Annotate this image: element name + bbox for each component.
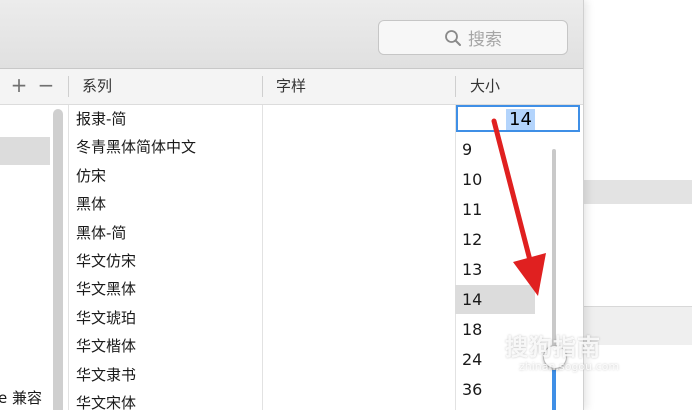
size-input-value: 14 (506, 109, 535, 130)
size-option[interactable]: 14 (455, 285, 535, 314)
font-panel: 搜索 + − 系列 字样 大小 e 兼容 报隶-简 冬青黑体简体中文 仿宋 黑体 黑体-… (0, 0, 584, 410)
size-option[interactable]: 10 (455, 165, 535, 194)
typeface-list (263, 105, 455, 410)
size-option[interactable]: 11 (455, 195, 535, 224)
remove-collection-button[interactable]: − (37, 69, 55, 104)
collections-list: e 兼容 (0, 105, 68, 410)
watermark-title: 搜狗指南 (505, 335, 601, 361)
search-icon (445, 29, 461, 46)
column-divider[interactable] (262, 76, 263, 97)
family-item[interactable]: 华文隶书 (76, 361, 136, 389)
background-row (583, 180, 692, 204)
family-column-header[interactable]: 系列 (82, 69, 112, 104)
add-collection-button[interactable]: + (10, 69, 28, 104)
size-option[interactable]: 36 (455, 375, 535, 404)
size-column-header[interactable]: 大小 (470, 69, 500, 104)
watermark: 搜狗指南 zhinan.sogou.com (505, 328, 619, 373)
size-input[interactable]: 14 (456, 105, 580, 132)
collection-item[interactable]: e 兼容 (0, 387, 42, 408)
column-header-row: + − 系列 字样 大小 (0, 69, 583, 105)
collections-scrollbar[interactable] (53, 109, 63, 410)
family-item[interactable]: 报隶-简 (76, 105, 126, 133)
family-item[interactable]: 黑体 (76, 190, 106, 218)
toolbar: 搜索 (0, 0, 583, 69)
family-item[interactable]: 华文楷体 (76, 332, 136, 360)
column-divider[interactable] (455, 76, 456, 97)
family-item[interactable]: 华文仿宋 (76, 247, 136, 275)
family-item[interactable]: 黑体-简 (76, 219, 126, 247)
typeface-column-header[interactable]: 字样 (276, 69, 306, 104)
family-list: 报隶-简 冬青黑体简体中文 仿宋 黑体 黑体-简 华文仿宋 华文黑体 华文琥珀 华文楷体 华文隶书… (69, 105, 262, 410)
size-slider-fill (552, 370, 556, 410)
size-option[interactable]: 13 (455, 255, 535, 284)
family-item[interactable]: 冬青黑体简体中文 (76, 133, 196, 161)
search-input[interactable]: 搜索 (378, 20, 568, 55)
family-item[interactable]: 华文黑体 (76, 275, 136, 303)
column-divider[interactable] (68, 76, 69, 97)
size-option[interactable]: 12 (455, 225, 535, 254)
collection-selected-row[interactable] (0, 137, 50, 165)
search-placeholder: 搜索 (468, 30, 502, 50)
size-option[interactable]: 9 (455, 135, 535, 164)
watermark-url: zhinan.sogou.com (519, 360, 620, 373)
family-item[interactable]: 仿宋 (76, 162, 106, 190)
family-item[interactable]: 华文琥珀 (76, 304, 136, 332)
family-item[interactable]: 华文宋体 (76, 389, 136, 410)
